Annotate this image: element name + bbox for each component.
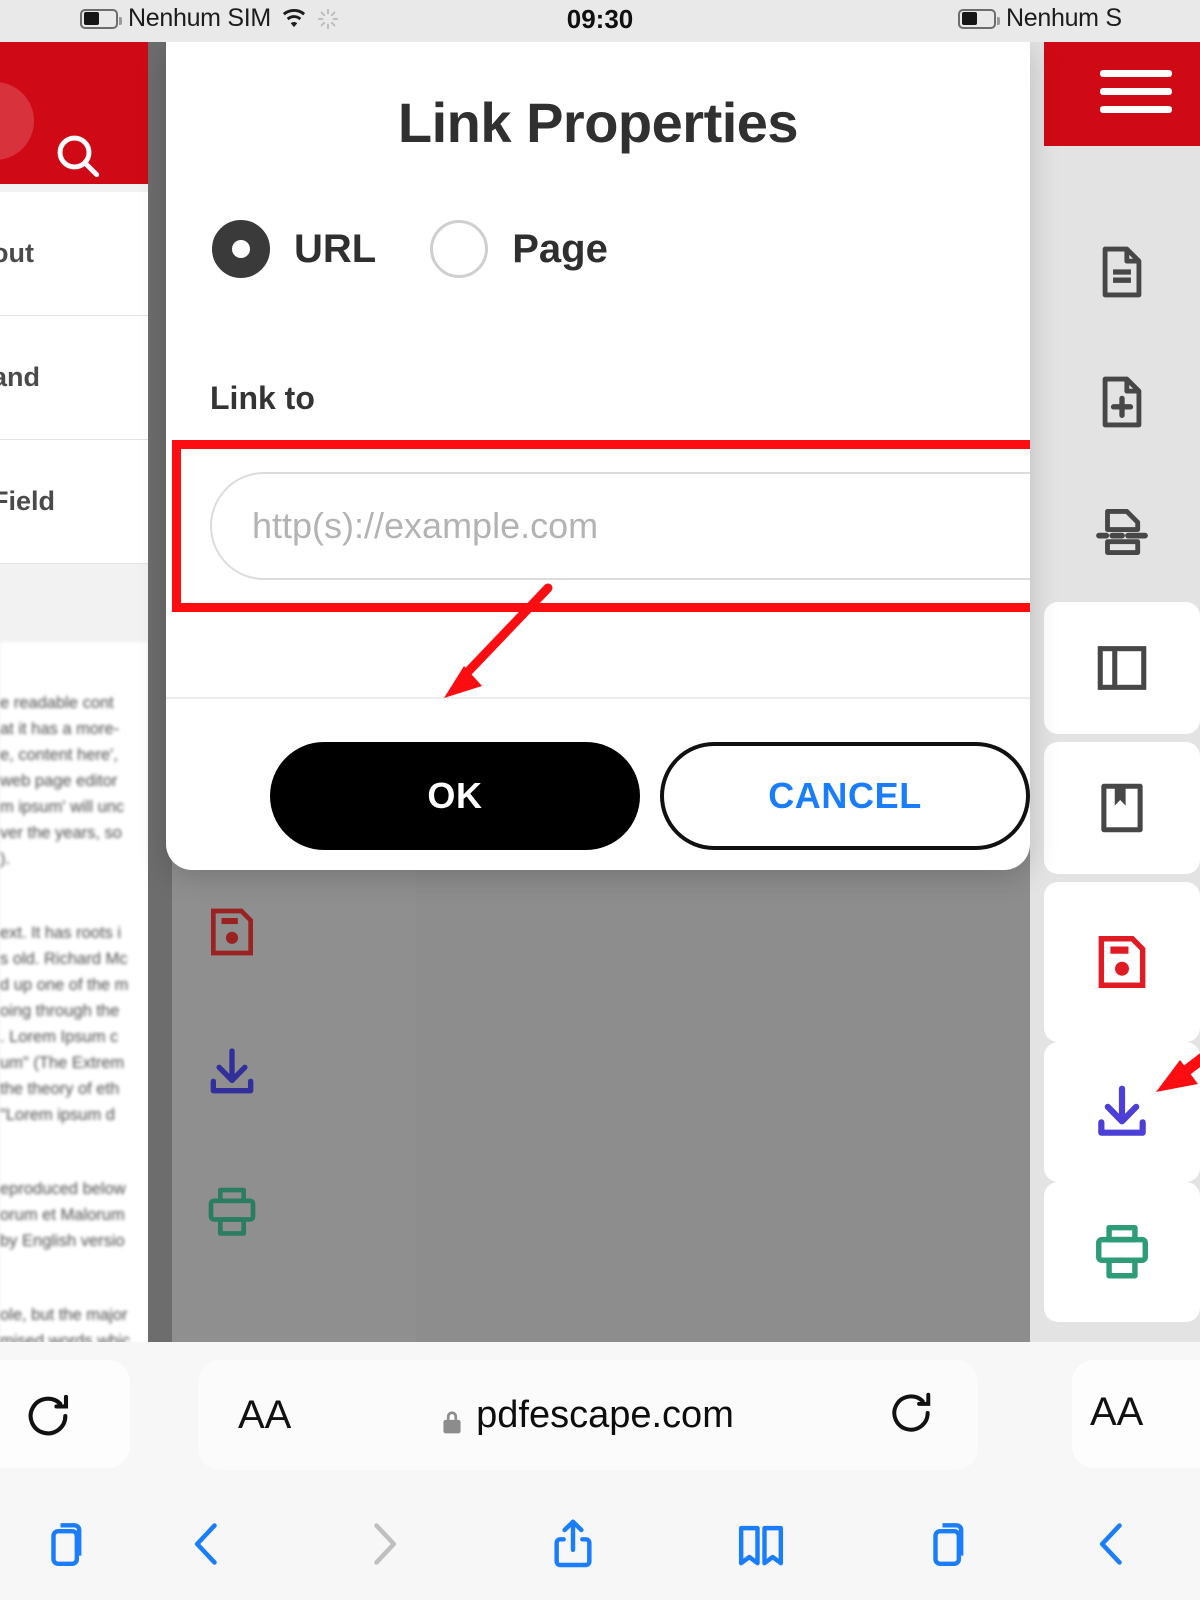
doc-line: um" (The Extrem: [0, 1054, 125, 1072]
safari-bottom-chrome: AA AA pdfescape.com: [0, 1342, 1200, 1600]
reload-icon[interactable]: [886, 1388, 936, 1443]
url-bar[interactable]: AA pdfescape.com: [198, 1360, 978, 1470]
print-icon[interactable]: [1044, 1182, 1200, 1322]
doc-line: ole, but the major: [0, 1306, 128, 1324]
document-icon[interactable]: [1044, 212, 1200, 332]
search-icon[interactable]: [50, 128, 106, 189]
page-title: Link Properties: [397, 91, 799, 154]
text-size-label-right[interactable]: AA: [1090, 1390, 1143, 1435]
menu-item-label: out: [0, 238, 34, 268]
menu-item-1[interactable]: and: [0, 316, 148, 440]
screen: out and Field e readable cont at it has …: [0, 0, 1200, 1600]
ios-status-bar: Nenhum SIM 09:30 Nenhum S: [0, 0, 1200, 42]
link-properties-dialog: Link Properties URL Page Link to OK CANC…: [166, 42, 1030, 870]
highlight-annotation-box: [172, 440, 1030, 612]
link-type-radio-group: URL Page: [212, 220, 662, 278]
doc-line: e, content here',: [0, 746, 118, 764]
doc-line: m ipsum' will unc: [0, 798, 125, 816]
radio-button-page[interactable]: [430, 220, 489, 278]
doc-line: s old. Richard Mc: [0, 950, 128, 968]
download-icon[interactable]: [172, 1002, 292, 1142]
bookmarks-icon[interactable]: [668, 1516, 853, 1572]
menu-item-label: Field: [0, 486, 56, 516]
lock-icon: [442, 1402, 462, 1434]
tabs-overview-icon[interactable]: [853, 1516, 1038, 1572]
doc-line: web page editor: [0, 772, 118, 790]
pdf-right-sidebar: [1030, 42, 1200, 1342]
doc-line: by English versio: [0, 1232, 125, 1250]
left-menu-list: out and Field: [0, 192, 148, 564]
back-icon-right[interactable]: [1038, 1518, 1188, 1570]
doc-line: ver the years, so: [0, 824, 122, 842]
doc-line: "Lorem ipsum d: [0, 1106, 115, 1124]
left-document-text: e readable cont at it has a more- e, con…: [0, 642, 148, 1342]
canvas-toolbar: [172, 862, 292, 1282]
doc-line: ext. It has roots i: [0, 924, 122, 942]
right-app-header: [1044, 42, 1200, 146]
back-icon[interactable]: [128, 1518, 288, 1570]
left-app-header: [0, 42, 152, 184]
radio-label-page: Page: [512, 226, 608, 271]
radio-label-url: URL: [294, 226, 377, 271]
radio-option-url[interactable]: URL: [212, 220, 376, 278]
radio-button-url[interactable]: [212, 220, 270, 278]
doc-line: orum et Malorum: [0, 1206, 125, 1224]
add-page-icon[interactable]: [1044, 342, 1200, 462]
radio-option-page[interactable]: Page: [430, 220, 608, 278]
carrier-label-right: Nenhum S: [1006, 4, 1122, 32]
url-display[interactable]: pdfescape.com: [198, 1394, 978, 1437]
reload-icon-left[interactable]: [22, 1390, 74, 1447]
url-text: pdfescape.com: [476, 1393, 734, 1436]
dialog-button-row: OK CANCEL: [166, 742, 1030, 852]
doc-line: . Lorem Ipsum c: [0, 1028, 119, 1046]
forward-icon: [288, 1518, 478, 1570]
split-page-icon[interactable]: [1044, 472, 1200, 592]
dialog-divider: [166, 697, 1030, 699]
doc-line: the theory of eth: [0, 1080, 120, 1098]
ok-button[interactable]: OK: [270, 742, 640, 850]
save-icon[interactable]: [172, 862, 292, 1002]
doc-line: mised words whic: [0, 1332, 131, 1342]
doc-line: e readable cont: [0, 694, 114, 712]
menu-item-2[interactable]: Field: [0, 440, 148, 564]
print-icon[interactable]: [172, 1142, 292, 1282]
doc-line: at it has a more-: [0, 720, 120, 738]
annotation-arrow-download: [1140, 1010, 1200, 1125]
menu-item-0[interactable]: out: [0, 192, 148, 316]
doc-line: oing through the: [0, 1002, 120, 1020]
menu-item-label: and: [0, 362, 41, 392]
battery-icon: [958, 8, 1000, 29]
header-decoration: [0, 82, 34, 160]
sidebar-panel-icon[interactable]: [1044, 602, 1200, 734]
tabs-icon[interactable]: [0, 1516, 128, 1572]
hamburger-menu-icon[interactable]: [1100, 70, 1172, 124]
doc-line: d up one of the m: [0, 976, 129, 994]
status-right-group: Nenhum S: [958, 4, 1122, 33]
doc-line: eproduced below: [0, 1180, 126, 1198]
bookmark-icon[interactable]: [1044, 742, 1200, 874]
safari-toolbar: [0, 1488, 1200, 1600]
annotation-arrow-ok: [430, 580, 560, 715]
link-to-label: Link to: [210, 380, 315, 416]
cancel-button[interactable]: CANCEL: [660, 742, 1030, 850]
doc-line: ).: [0, 850, 11, 868]
share-icon[interactable]: [478, 1516, 668, 1572]
